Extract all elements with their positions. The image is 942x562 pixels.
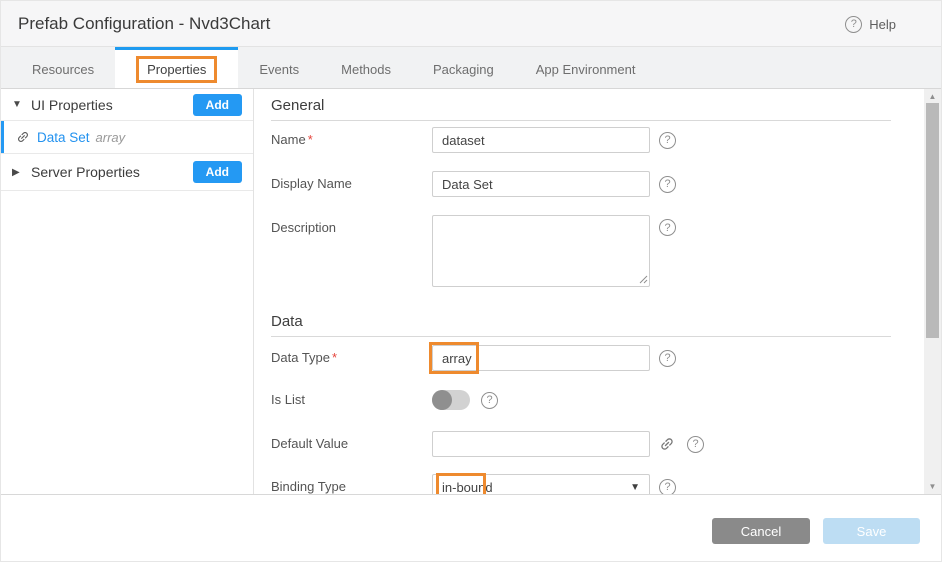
tab-events[interactable]: Events — [238, 47, 320, 88]
data-type-help-icon[interactable]: ? — [659, 350, 676, 367]
field-row-default-value: Default Value ? — [271, 431, 891, 457]
server-properties-label: Server Properties — [31, 164, 140, 180]
help-button[interactable]: ? Help — [845, 1, 896, 47]
content-scrollbar[interactable]: ▲ ▼ — [924, 89, 941, 494]
binding-type-selected-value: in-bound — [442, 480, 493, 495]
name-label: Name* — [271, 127, 432, 153]
scrollbar-thumb[interactable] — [926, 103, 939, 338]
add-server-property-button[interactable]: Add — [193, 161, 242, 183]
data-set-item-label: Data Set — [37, 130, 90, 145]
tab-label: Methods — [341, 62, 391, 77]
bind-variable-icon[interactable] — [656, 433, 679, 456]
tab-packaging[interactable]: Packaging — [412, 47, 515, 88]
sidebar-item-data-set[interactable]: Data Set array — [1, 120, 253, 154]
properties-sidebar: ▼ UI Properties Add Data Set array ▶ Ser… — [1, 89, 254, 494]
tab-label: App Environment — [536, 62, 636, 77]
tab-app-environment[interactable]: App Environment — [515, 47, 657, 88]
ui-properties-label: UI Properties — [31, 97, 113, 113]
field-row-binding-type: Binding Type in-bound ▼ ? — [271, 474, 891, 494]
section-title-general: General — [271, 97, 891, 121]
tab-resources[interactable]: Resources — [11, 47, 115, 88]
tab-bar: Resources Properties Events Methods Pack… — [1, 47, 942, 89]
sidebar-section-ui-properties[interactable]: ▼ UI Properties Add — [1, 89, 253, 120]
tab-label: Resources — [32, 62, 94, 77]
required-asterisk: * — [332, 350, 337, 365]
description-label: Description — [271, 215, 432, 241]
save-button[interactable]: Save — [823, 518, 920, 544]
is-list-label: Is List — [271, 390, 432, 410]
field-row-data-type: Data Type* ? — [271, 345, 891, 371]
tab-label: Packaging — [433, 62, 494, 77]
toggle-knob — [432, 390, 452, 410]
section-title-data: Data — [271, 313, 891, 337]
name-input[interactable] — [432, 127, 650, 153]
bind-link-icon — [13, 127, 33, 147]
selected-indicator-bar — [1, 121, 4, 153]
binding-type-select[interactable]: in-bound ▼ — [432, 474, 650, 494]
titlebar: Prefab Configuration - Nvd3Chart ? Help — [1, 1, 942, 47]
caret-down-icon[interactable]: ▼ — [12, 99, 24, 110]
dialog-footer: Cancel Save — [1, 495, 942, 562]
help-label: Help — [869, 17, 896, 32]
cancel-button[interactable]: Cancel — [712, 518, 810, 544]
field-row-display-name: Display Name ? — [271, 171, 891, 197]
add-ui-property-button[interactable]: Add — [193, 94, 242, 116]
display-name-input[interactable] — [432, 171, 650, 197]
display-name-label: Display Name — [271, 171, 432, 197]
default-value-label: Default Value — [271, 431, 432, 457]
help-icon: ? — [845, 16, 862, 33]
property-form: General Name* ? Display Name ? Descripti… — [254, 89, 926, 494]
data-type-input[interactable] — [432, 345, 650, 371]
is-list-toggle[interactable] — [432, 390, 470, 410]
data-set-item-type: array — [96, 130, 126, 145]
display-name-help-icon[interactable]: ? — [659, 176, 676, 193]
dropdown-arrow-icon: ▼ — [630, 482, 640, 493]
field-row-is-list: Is List ? — [271, 390, 891, 410]
tab-properties[interactable]: Properties — [115, 47, 238, 88]
field-row-description: Description ? — [271, 215, 891, 292]
field-row-name: Name* ? — [271, 127, 891, 153]
is-list-help-icon[interactable]: ? — [481, 392, 498, 409]
default-value-input[interactable] — [432, 431, 650, 457]
dialog-title: Prefab Configuration - Nvd3Chart — [18, 14, 270, 34]
caret-right-icon[interactable]: ▶ — [12, 167, 24, 178]
binding-type-label: Binding Type — [271, 474, 432, 494]
name-help-icon[interactable]: ? — [659, 132, 676, 149]
description-help-icon[interactable]: ? — [659, 219, 676, 236]
default-value-help-icon[interactable]: ? — [687, 436, 704, 453]
tab-methods[interactable]: Methods — [320, 47, 412, 88]
tab-label: Events — [259, 62, 299, 77]
binding-type-help-icon[interactable]: ? — [659, 479, 676, 495]
scroll-up-icon[interactable]: ▲ — [924, 90, 941, 103]
required-asterisk: * — [308, 132, 313, 147]
prefab-configuration-dialog: Prefab Configuration - Nvd3Chart ? Help … — [0, 0, 942, 562]
description-textarea[interactable] — [432, 215, 650, 287]
annotation-box-properties: Properties — [136, 56, 217, 83]
sidebar-section-server-properties[interactable]: ▶ Server Properties Add — [1, 154, 253, 191]
tab-label: Properties — [147, 62, 206, 77]
data-type-label: Data Type* — [271, 345, 432, 371]
scroll-down-icon[interactable]: ▼ — [924, 480, 941, 493]
